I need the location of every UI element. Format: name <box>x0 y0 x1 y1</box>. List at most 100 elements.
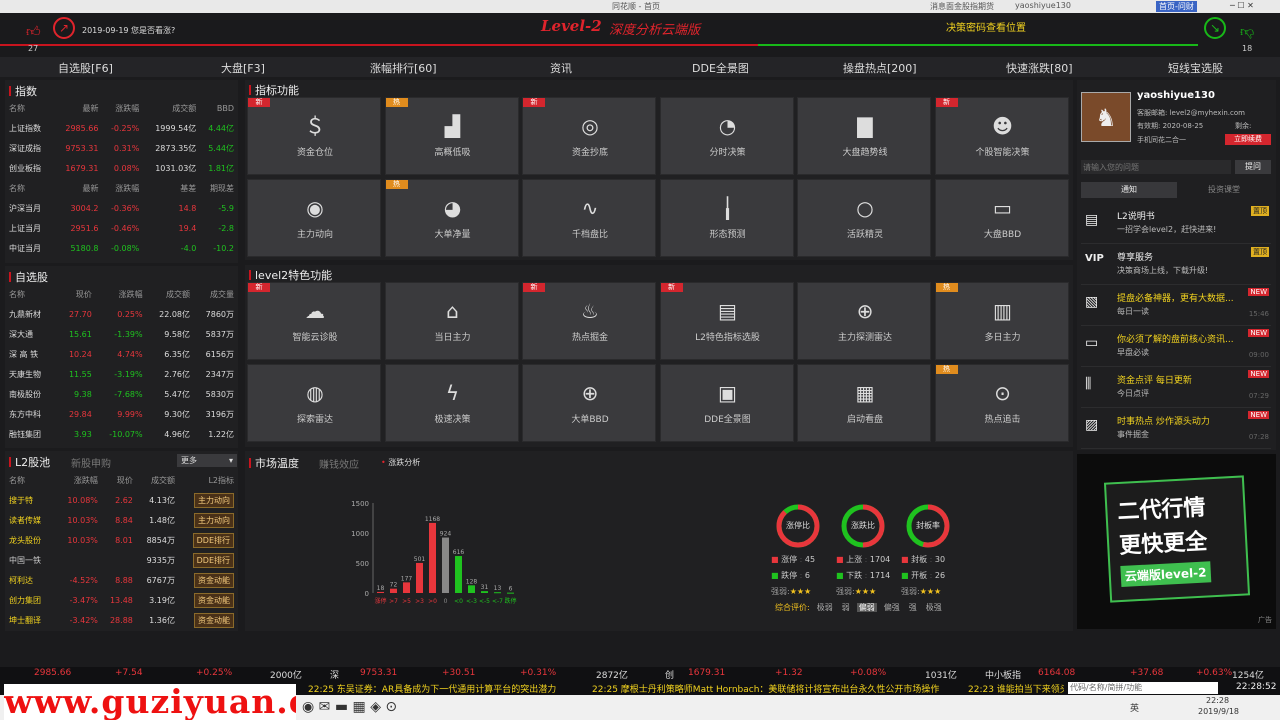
thumbs-up-icon[interactable]: 👍︎ <box>26 23 41 40</box>
indicator-button[interactable]: 资金动能 <box>194 612 234 628</box>
bar[interactable] <box>455 556 462 593</box>
table-row[interactable]: 读者传媒 10.03% 8.84 1.48亿 主力动向 <box>5 510 238 530</box>
tile-search[interactable]: ○ 活跃精灵 <box>797 179 931 257</box>
indicator-button[interactable]: 主力动向 <box>194 512 234 528</box>
tile-dde[interactable]: ▣ DDE全景图 <box>659 364 794 442</box>
nav-item-news[interactable]: 资讯 <box>550 60 572 76</box>
table-row[interactable]: 创力集团 -3.47% 13.48 3.19亿 资金动能 <box>5 590 238 610</box>
notice-item[interactable]: ▭ 你必须了解的盘前核心资讯... 早盘必读 NEW 09:00 <box>1081 327 1271 367</box>
table-row[interactable]: 搜于特 10.08% 2.62 4.13亿 主力动向 <box>5 490 238 510</box>
indicator-button[interactable]: 主力动向 <box>194 492 234 508</box>
tab-invest-class[interactable]: 投资课堂 <box>1177 182 1271 198</box>
table-row[interactable]: 柯利达 -4.52% 8.88 6767万 资金动能 <box>5 570 238 590</box>
nav-item-market[interactable]: 大盘[F3] <box>221 60 265 76</box>
tile-money-bag[interactable]: 新 ＄ 资金仓位 <box>247 97 381 175</box>
tile-pie[interactable]: 热 ◕ 大单净量 <box>384 179 519 257</box>
tile-aim[interactable]: 热 ⊙ 热点追击 <box>934 364 1069 442</box>
input-language[interactable]: 英 <box>1130 701 1139 714</box>
tile-trend-chart[interactable]: ▇ 大盘趋势线 <box>797 97 931 175</box>
tile-target[interactable]: ◔ 分时决策 <box>659 97 794 175</box>
tab-l2-pool[interactable]: L2股池 <box>9 454 50 470</box>
tile-cloud[interactable]: 新 ☁ 智能云诊股 <box>247 282 381 360</box>
table-row[interactable]: 融钰集团 3.93 -10.07% 4.96亿 1.22亿 <box>5 424 238 444</box>
tile-bars[interactable]: 热 ▥ 多日主力 <box>934 282 1069 360</box>
indicator-button[interactable]: 资金动能 <box>194 592 234 608</box>
tile-doc[interactable]: 新 ▤ L2特色指标选股 <box>659 282 794 360</box>
taskbar-app-icons[interactable]: ◉ ✉ ▬ ▦ ◈ ⊙ <box>302 699 397 715</box>
nav-item-short-line[interactable]: 短线宝选股 <box>1168 60 1223 76</box>
table-row[interactable]: 东方中科 29.84 9.99% 9.30亿 3196万 <box>5 404 238 424</box>
tile-wave[interactable]: ∿ 千档盘比 <box>522 179 656 257</box>
notice-item[interactable]: VIP 尊享服务 决策商场上线，下载升级! 置顶 <box>1081 245 1271 285</box>
tile-area-chart[interactable]: 热 ▟ 高概低吸 <box>384 97 519 175</box>
ad-banner[interactable]: 二代行情 更快更全 云端版level-2 广告 <box>1077 454 1276 629</box>
table-row[interactable]: 南极股份 9.38 -7.68% 5.47亿 5830万 <box>5 384 238 404</box>
stock-search-input[interactable]: 代码/名称/简拼/功能 <box>1068 682 1218 694</box>
nav-item-gainers[interactable]: 涨幅排行[60] <box>370 60 437 76</box>
indicator-button[interactable]: DDE排行 <box>192 532 234 548</box>
news-item[interactable]: 22:25 东吴证券：AR具备成为下一代通用计算平台的突出潜力 <box>308 682 556 695</box>
table-row[interactable]: 创业板指 1679.31 0.08% 1031.03亿 1.81亿 <box>5 158 238 178</box>
notice-item[interactable]: ⫼ 资金点评 每日更新 今日点评 NEW 07:29 <box>1081 368 1271 408</box>
window-controls[interactable]: ─ ☐ ✕ <box>1230 1 1254 10</box>
nav-item-fast-moves[interactable]: 快速涨跌[80] <box>1006 60 1073 76</box>
tile-fire[interactable]: 新 ♨ 热点掘金 <box>522 282 656 360</box>
tab-ipo[interactable]: 新股申购 <box>71 455 111 470</box>
nav-item-dde[interactable]: DDE全景图 <box>692 60 749 76</box>
tile-brain[interactable]: 新 ☻ 个股智能决策 <box>934 97 1069 175</box>
bar[interactable] <box>507 592 514 594</box>
news-item[interactable]: 22:23 谁能拍当下来领头羊？消费电... <box>968 682 1064 695</box>
tile-candles[interactable]: ╽ 形态预测 <box>659 179 794 257</box>
thumbs-down-icon[interactable]: 👎︎ <box>1240 23 1254 40</box>
table-row[interactable]: 上证当月 2951.6 -0.46% 19.4 -2.8 <box>5 218 238 238</box>
tile-coins[interactable]: 新 ◎ 资金抄底 <box>522 97 656 175</box>
table-row[interactable]: 上证指数 2985.66 -0.25% 1999.54亿 4.44亿 <box>5 118 238 138</box>
table-row[interactable]: 沪深当月 3004.2 -0.36% 14.8 -5.9 <box>5 198 238 218</box>
more-dropdown[interactable]: 更多 ▾ <box>177 454 237 467</box>
table-row[interactable]: 深 高 铁 10.24 4.74% 6.35亿 6156万 <box>5 344 238 364</box>
table-row[interactable]: 中证当月 5180.8 -0.08% -4.0 -10.2 <box>5 238 238 258</box>
nav-item-watchlist[interactable]: 自选股[F6] <box>58 60 113 76</box>
question-input[interactable] <box>1081 160 1231 174</box>
avatar[interactable]: ♞ <box>1081 92 1131 142</box>
notice-item[interactable]: ▨ 时事热点 炒作源头动力 事件掘金 NEW 07:28 <box>1081 409 1271 449</box>
table-row[interactable]: 深大通 15.61 -1.39% 9.58亿 5837万 <box>5 324 238 344</box>
table-row[interactable]: 中国一铁 9335万 DDE排行 <box>5 550 238 570</box>
indicator-button[interactable]: 资金动能 <box>194 572 234 588</box>
tab-profit-effect[interactable]: 赚钱效应 <box>319 456 359 471</box>
nav-item-hotspots[interactable]: 操盘热点[200] <box>843 60 917 76</box>
news-item[interactable]: 22:25 摩根士丹利策略师Matt Hornbach：美联储将计将宣布出台永久… <box>592 682 939 695</box>
tab-notice[interactable]: 通知 <box>1081 182 1177 198</box>
tile-crosshair[interactable]: ⊕ 大单BBD <box>522 364 656 442</box>
tile-satellite[interactable]: ◍ 探索雷达 <box>247 364 381 442</box>
bar[interactable] <box>481 591 488 593</box>
tile-eye[interactable]: ◉ 主力动向 <box>247 179 381 257</box>
table-row[interactable]: 龙头股份 10.03% 8.01 8854万 DDE排行 <box>5 530 238 550</box>
bar[interactable] <box>494 592 501 594</box>
tile-bank[interactable]: ⌂ 当日主力 <box>384 282 519 360</box>
table-row[interactable]: 天康生物 11.55 -3.19% 2.76亿 2347万 <box>5 364 238 384</box>
tile-lightning[interactable]: ϟ 极速决策 <box>384 364 519 442</box>
table-row[interactable]: 深证成指 9753.31 0.31% 2873.35亿 5.44亿 <box>5 138 238 158</box>
table-row[interactable]: 九鼎新材 27.70 0.25% 22.08亿 7860万 <box>5 304 238 324</box>
bar[interactable] <box>390 588 397 593</box>
bar[interactable] <box>429 522 436 593</box>
bar[interactable] <box>416 562 423 593</box>
bar[interactable] <box>403 582 410 593</box>
tile-bbd[interactable]: ▭ 大盘BBD <box>934 179 1069 257</box>
tile-launch[interactable]: ▦ 启动看盘 <box>797 364 931 442</box>
renew-button[interactable]: 立即续费 <box>1225 134 1271 145</box>
notice-item[interactable]: ▤ L2说明书 一招学会level2，赶快进来! 置顶 <box>1081 204 1271 244</box>
notice-item[interactable]: ▧ 提盘必备神器，更有大数据... 每日一读 NEW 15:46 <box>1081 286 1271 326</box>
tab-rise-fall[interactable]: • 涨跌分析 <box>381 457 420 468</box>
indicator-button[interactable]: DDE排行 <box>192 552 234 568</box>
tile-radar[interactable]: ⊕ 主力探测雷达 <box>797 282 931 360</box>
market-title[interactable]: 市场温度 <box>249 455 299 471</box>
bar[interactable] <box>442 537 449 593</box>
bar[interactable] <box>377 591 384 593</box>
ask-button[interactable]: 提问 <box>1235 160 1271 174</box>
bar[interactable] <box>468 585 475 593</box>
table-row[interactable]: 坤士翻译 -3.42% 28.88 1.36亿 资金动能 <box>5 610 238 630</box>
decision-code-link[interactable]: 决策密码查看位置 <box>946 19 1026 34</box>
topbar-user[interactable]: yaoshiyue130 <box>1015 1 1071 10</box>
